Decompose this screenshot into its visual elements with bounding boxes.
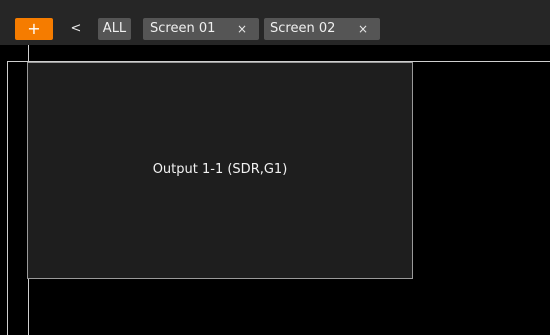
screen-canvas[interactable]: Output 1-1 (SDR,G1) [0,45,550,335]
plus-icon: + [27,19,41,38]
tab-label: Screen 01 [150,21,216,36]
close-icon[interactable]: × [358,18,368,40]
tab-all[interactable]: ALL [98,18,131,40]
app-window: + < ALL Screen 01 × Screen 02 × Output 1… [0,0,550,335]
back-button[interactable]: < [68,18,84,40]
chevron-left-icon: < [70,21,82,36]
tab-screen-02[interactable]: Screen 02 × [264,18,380,40]
add-screen-button[interactable]: + [15,18,53,40]
tab-label: ALL [102,21,127,36]
screen-tab-bar: + < ALL Screen 01 × Screen 02 × [0,0,550,45]
output-label: Output 1-1 (SDR,G1) [152,162,288,177]
output-layer[interactable]: Output 1-1 (SDR,G1) [27,62,413,279]
tab-screen-01[interactable]: Screen 01 × [143,18,259,40]
canvas-boundary-left [7,61,8,335]
close-icon[interactable]: × [237,18,247,40]
tab-label: Screen 02 [270,21,336,36]
